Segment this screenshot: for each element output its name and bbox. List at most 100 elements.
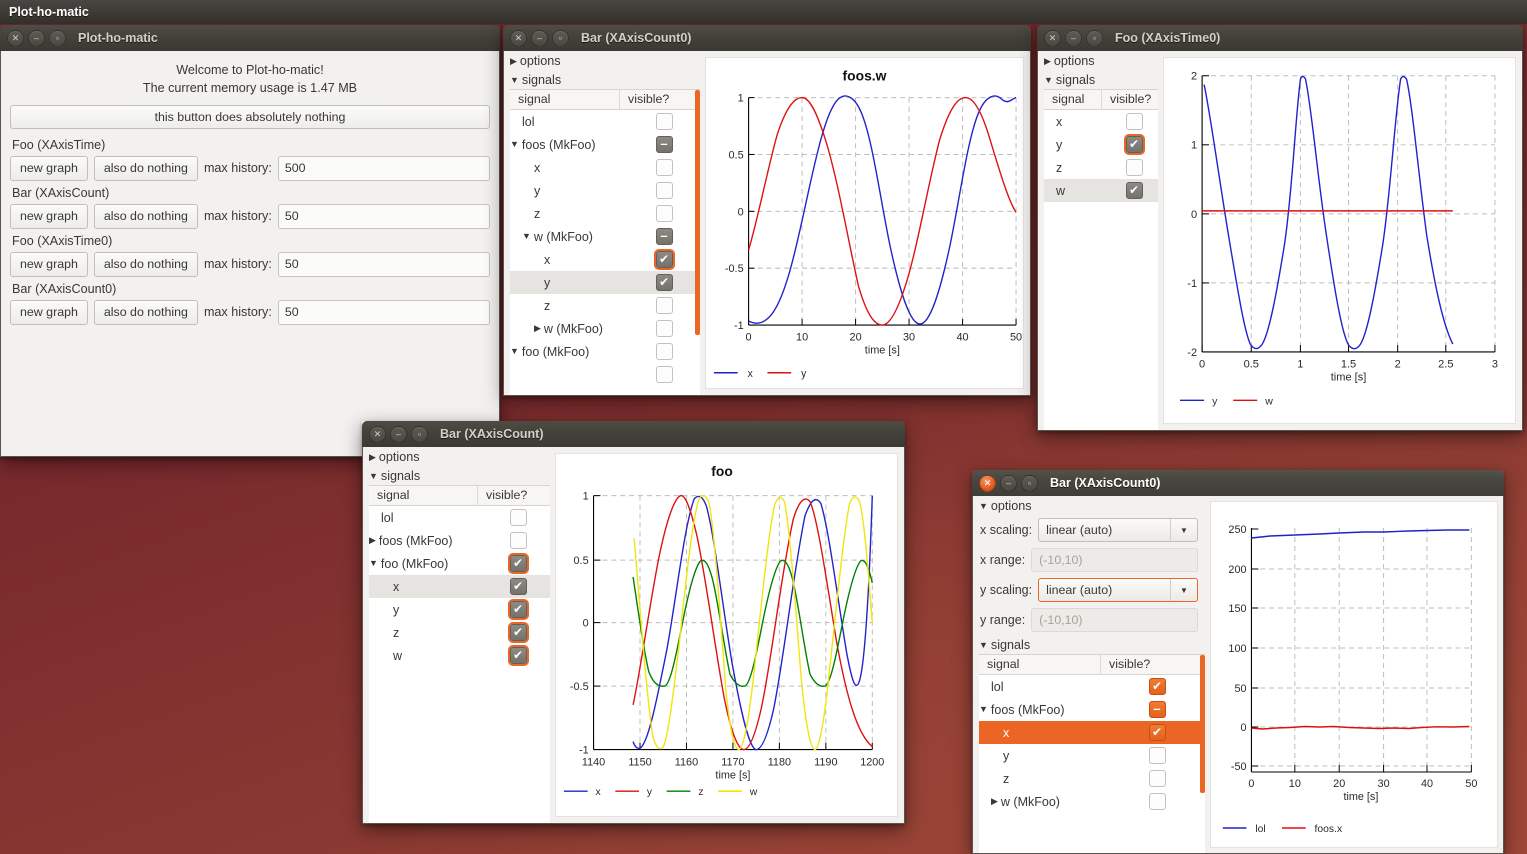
- signal-row[interactable]: ▼ foo (MkFoo): [510, 340, 700, 363]
- visible-checkbox-partial[interactable]: –: [655, 228, 673, 245]
- visible-checkbox-unchecked[interactable]: [655, 182, 673, 199]
- window-plot-ho-matic[interactable]: ✕ – ▫ Plot-ho-matic Welcome to Plot-ho-m…: [0, 25, 500, 457]
- signal-visible-cell[interactable]: [628, 297, 700, 314]
- visible-checkbox-checked[interactable]: ✔: [509, 647, 527, 664]
- signal-row[interactable]: w ✔: [369, 644, 550, 667]
- options-disclosure[interactable]: ▼ options: [973, 496, 1205, 515]
- signal-row[interactable]: lol: [510, 110, 700, 133]
- chevron-down-icon[interactable]: ▼: [522, 232, 531, 241]
- signals-disclosure[interactable]: ▼ signals: [363, 466, 550, 485]
- titlebar-bar-xaxiscount0-bottom[interactable]: ✕ – ▫ Bar (XAxisCount0): [972, 470, 1504, 496]
- new-graph-button[interactable]: new graph: [10, 299, 88, 325]
- signal-visible-cell[interactable]: ✔: [486, 601, 550, 618]
- signal-visible-cell[interactable]: [628, 205, 700, 222]
- visible-checkbox-checked[interactable]: ✔: [509, 601, 527, 618]
- signal-visible-cell[interactable]: [628, 113, 700, 130]
- signal-row[interactable]: z ✔: [369, 621, 550, 644]
- signal-visible-cell[interactable]: ✔: [486, 578, 550, 595]
- signal-visible-cell[interactable]: –: [628, 228, 700, 245]
- max-history-input[interactable]: 50: [277, 251, 490, 277]
- visible-checkbox-partial[interactable]: –: [1148, 701, 1166, 718]
- titlebar-plot-ho-matic[interactable]: ✕ – ▫ Plot-ho-matic: [0, 25, 500, 51]
- y-scaling-select[interactable]: linear (auto) ▼: [1038, 578, 1198, 602]
- signal-row[interactable]: lol ✔: [979, 675, 1205, 698]
- visible-checkbox-unchecked[interactable]: [655, 320, 673, 337]
- visible-checkbox-unchecked[interactable]: [655, 297, 673, 314]
- signal-row[interactable]: lol: [369, 506, 550, 529]
- signal-row[interactable]: z: [510, 294, 700, 317]
- visible-checkbox-checked[interactable]: ✔: [509, 624, 527, 641]
- titlebar-foo-xaxistime0[interactable]: ✕ – ▫ Foo (XAxisTime0): [1037, 25, 1523, 51]
- signal-visible-cell[interactable]: [628, 366, 700, 383]
- new-graph-button[interactable]: new graph: [10, 203, 88, 229]
- signal-visible-cell[interactable]: [628, 159, 700, 176]
- signal-row[interactable]: ▼ foos (MkFoo) –: [979, 698, 1205, 721]
- titlebar-bar-xaxiscount0-top[interactable]: ✕ – ▫ Bar (XAxisCount0): [503, 25, 1031, 51]
- maximize-icon[interactable]: ▫: [1021, 474, 1038, 492]
- signal-row[interactable]: [510, 363, 700, 386]
- signal-row[interactable]: z: [979, 767, 1205, 790]
- signal-row[interactable]: x: [1044, 110, 1158, 133]
- window-buttons[interactable]: ✕ – ▫: [7, 29, 66, 47]
- new-graph-button[interactable]: new graph: [10, 155, 88, 181]
- signal-row[interactable]: y ✔: [510, 271, 700, 294]
- close-icon[interactable]: ✕: [1044, 29, 1061, 47]
- visible-checkbox-checked[interactable]: ✔: [509, 555, 527, 572]
- close-icon[interactable]: ✕: [979, 474, 996, 492]
- signal-visible-cell[interactable]: [1110, 159, 1158, 176]
- visible-checkbox-unchecked[interactable]: [1148, 793, 1166, 810]
- chevron-right-icon[interactable]: ▶: [534, 324, 541, 333]
- signal-visible-cell[interactable]: [486, 509, 550, 526]
- close-icon[interactable]: ✕: [7, 29, 24, 47]
- maximize-icon[interactable]: ▫: [1086, 29, 1103, 47]
- signal-visible-cell[interactable]: [1109, 747, 1205, 764]
- visible-checkbox-unchecked[interactable]: [655, 343, 673, 360]
- new-graph-button[interactable]: new graph: [10, 251, 88, 277]
- signal-visible-cell[interactable]: ✔: [1110, 136, 1158, 153]
- signals-scrollbar[interactable]: [1200, 655, 1205, 793]
- signal-row[interactable]: x ✔: [510, 248, 700, 271]
- chevron-down-icon[interactable]: ▼: [510, 347, 519, 356]
- also-do-nothing-button[interactable]: also do nothing: [93, 203, 198, 229]
- visible-checkbox-checked[interactable]: ✔: [1148, 724, 1166, 741]
- signal-visible-cell[interactable]: ✔: [486, 555, 550, 572]
- close-icon[interactable]: ✕: [510, 29, 527, 47]
- visible-checkbox-unchecked[interactable]: [509, 509, 527, 526]
- minimize-icon[interactable]: –: [390, 425, 407, 443]
- visible-checkbox-checked[interactable]: ✔: [1125, 182, 1143, 199]
- signal-row[interactable]: ▶ w (MkFoo): [979, 790, 1205, 813]
- also-do-nothing-button[interactable]: also do nothing: [93, 155, 198, 181]
- visible-checkbox-checked[interactable]: ✔: [655, 251, 673, 268]
- signal-visible-cell[interactable]: [486, 532, 550, 549]
- signal-visible-cell[interactable]: ✔: [486, 647, 550, 664]
- signal-visible-cell[interactable]: ✔: [1110, 182, 1158, 199]
- visible-checkbox-unchecked[interactable]: [1148, 747, 1166, 764]
- window-bar-xaxiscount0-top[interactable]: ✕ – ▫ Bar (XAxisCount0) ▶ options ▼ sign…: [503, 25, 1031, 396]
- visible-checkbox-checked[interactable]: ✔: [1148, 678, 1166, 695]
- signals-scrollbar[interactable]: [695, 90, 700, 335]
- signal-visible-cell[interactable]: ✔: [486, 624, 550, 641]
- signals-disclosure[interactable]: ▼ signals: [1038, 70, 1158, 89]
- signal-row[interactable]: ▶ w (MkFoo): [510, 317, 700, 340]
- max-history-input[interactable]: 50: [277, 203, 490, 229]
- signals-disclosure[interactable]: ▼ signals: [973, 635, 1205, 654]
- signal-row[interactable]: x ✔: [369, 575, 550, 598]
- signal-row[interactable]: ▼ w (MkFoo) –: [510, 225, 700, 248]
- visible-checkbox-unchecked[interactable]: [655, 159, 673, 176]
- signal-row[interactable]: z: [1044, 156, 1158, 179]
- signal-visible-cell[interactable]: ✔: [628, 251, 700, 268]
- signal-row[interactable]: y ✔: [1044, 133, 1158, 156]
- max-history-input[interactable]: 500: [277, 155, 490, 181]
- visible-checkbox-unchecked[interactable]: [1125, 159, 1143, 176]
- signal-row[interactable]: ▶ foos (MkFoo): [369, 529, 550, 552]
- also-do-nothing-button[interactable]: also do nothing: [93, 251, 198, 277]
- visible-checkbox-checked[interactable]: ✔: [1125, 136, 1143, 153]
- window-foo-xaxistime0[interactable]: ✕ – ▫ Foo (XAxisTime0) ▶ options ▼ signa…: [1037, 25, 1523, 431]
- signal-row[interactable]: y: [510, 179, 700, 202]
- visible-checkbox-unchecked[interactable]: [509, 532, 527, 549]
- visible-checkbox-unchecked[interactable]: [1148, 770, 1166, 787]
- signal-visible-cell[interactable]: [1109, 793, 1205, 810]
- signal-visible-cell[interactable]: [628, 182, 700, 199]
- window-buttons[interactable]: ✕ – ▫: [510, 29, 569, 47]
- close-icon[interactable]: ✕: [369, 425, 386, 443]
